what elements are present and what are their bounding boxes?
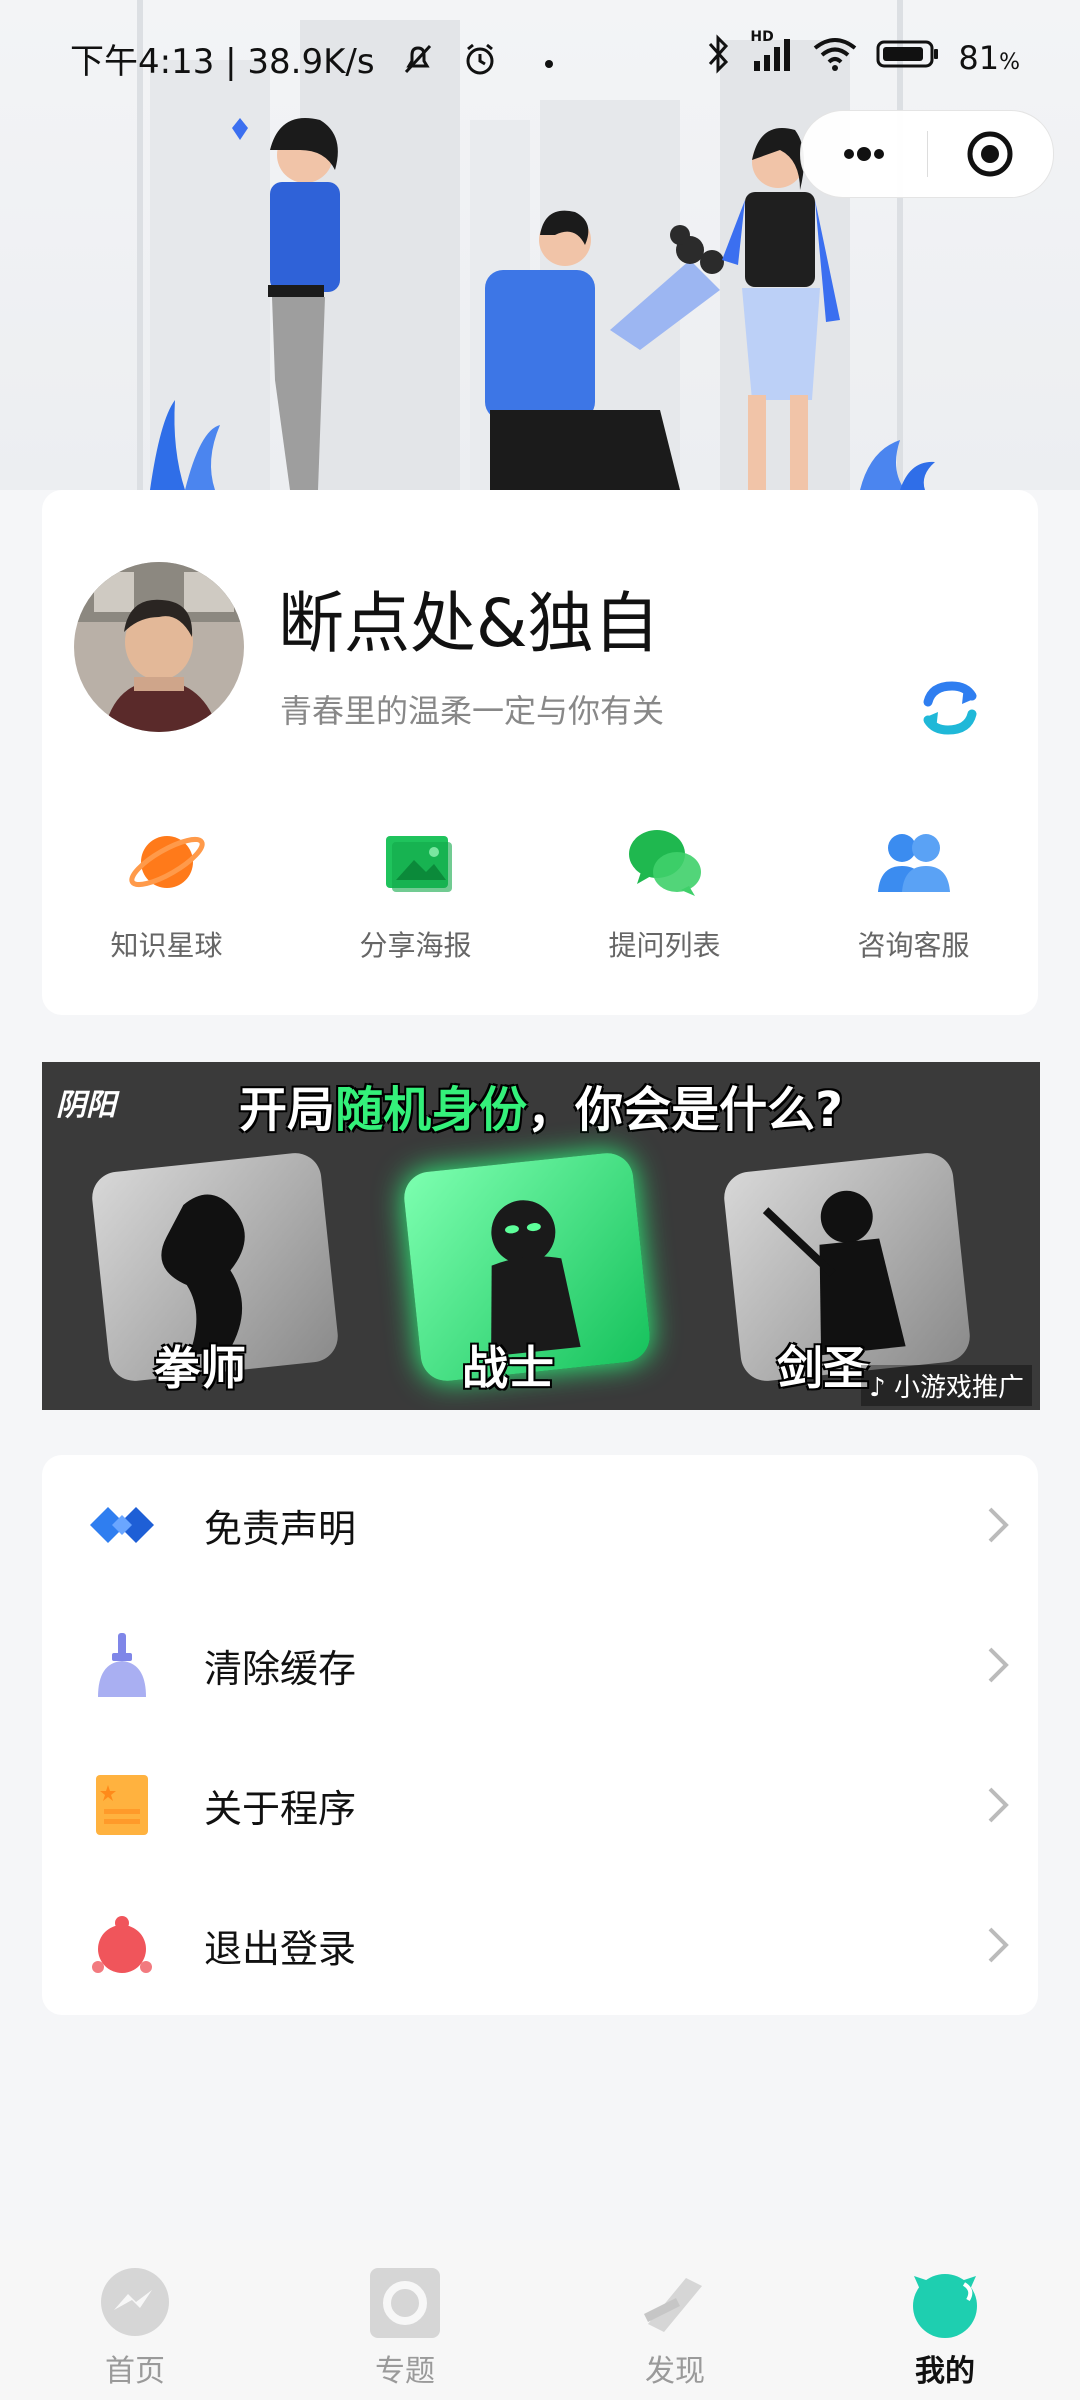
status-right: HD 81% bbox=[706, 29, 1020, 82]
broom-icon bbox=[98, 1633, 146, 1697]
status-time: 下午4:13 | 38.9K/s bbox=[70, 42, 375, 82]
miniprogram-capsule bbox=[800, 110, 1054, 198]
chevron-right-icon bbox=[988, 1787, 1009, 1823]
chevron-right-icon bbox=[988, 1647, 1009, 1683]
bottom-tab-bar: 首页 专题 发现 我的 bbox=[0, 2240, 1080, 2400]
wifi-icon bbox=[812, 36, 858, 80]
profile-icon bbox=[913, 2274, 977, 2338]
quick-action-question-list[interactable]: 提问列表 bbox=[540, 820, 789, 980]
settings-menu: 免责声明 清除缓存 关于程序 退出登录 bbox=[42, 1455, 1038, 2015]
quick-action-customer-service[interactable]: 咨询客服 bbox=[789, 820, 1038, 980]
quick-action-share-poster[interactable]: 分享海报 bbox=[291, 820, 540, 980]
tab-discover[interactable]: 发现 bbox=[540, 2240, 810, 2400]
tab-topics[interactable]: 专题 bbox=[270, 2240, 540, 2400]
status-bar: 下午4:13 | 38.9K/s HD 81% bbox=[0, 0, 1080, 120]
discover-icon bbox=[644, 2278, 702, 2332]
character-label-warrior: 战士 bbox=[462, 1341, 554, 1395]
character-label-boxer: 拳师 bbox=[154, 1341, 246, 1395]
target-close-icon bbox=[967, 131, 1013, 177]
chat-bubbles-icon bbox=[628, 830, 701, 896]
notification-dot bbox=[545, 59, 554, 68]
close-miniprogram-button[interactable] bbox=[928, 111, 1054, 197]
chevron-right-icon bbox=[988, 1507, 1009, 1543]
status-left: 下午4:13 | 38.9K/s bbox=[70, 34, 554, 86]
menu-item-disclaimer[interactable]: 免责声明 bbox=[42, 1455, 1038, 1595]
menu-item-logout[interactable]: 退出登录 bbox=[42, 1875, 1038, 2015]
menu-item-clear-cache[interactable]: 清除缓存 bbox=[42, 1595, 1038, 1735]
quick-action-knowledge-planet[interactable]: 知识星球 bbox=[42, 820, 291, 980]
topic-icon bbox=[370, 2268, 440, 2338]
logout-icon bbox=[92, 1916, 152, 1973]
alarm-icon bbox=[462, 41, 498, 86]
poster-icon bbox=[385, 836, 452, 892]
username: 断点处&独自 bbox=[278, 585, 660, 662]
planet-icon bbox=[128, 836, 205, 888]
bluetooth-icon bbox=[706, 34, 732, 82]
refresh-button[interactable] bbox=[914, 672, 986, 744]
messenger-icon bbox=[101, 2268, 169, 2336]
banner-title: 开局随机身份，你会是什么? bbox=[239, 1082, 843, 1138]
network-badge: HD bbox=[750, 29, 774, 45]
promo-tag: ♪ 小游戏推广 bbox=[861, 1365, 1032, 1406]
profile-card: 断点处&独自 青春里的温柔一定与你有关 知识星球 分享海报 提问列表 咨询客服 bbox=[42, 490, 1038, 1015]
tab-home[interactable]: 首页 bbox=[0, 2240, 270, 2400]
document-icon bbox=[96, 1775, 148, 1835]
avatar[interactable] bbox=[74, 562, 244, 732]
handshake-icon bbox=[90, 1507, 154, 1543]
refresh-icon bbox=[923, 681, 977, 735]
signal-icon: HD bbox=[750, 29, 794, 81]
chevron-right-icon bbox=[988, 1927, 1009, 1963]
quick-actions: 知识星球 分享海报 提问列表 咨询客服 bbox=[42, 820, 1038, 980]
battery-level: 81% bbox=[958, 39, 1020, 77]
battery-icon bbox=[876, 38, 940, 78]
tiktok-icon: ♪ bbox=[869, 1373, 886, 1403]
menu-item-about[interactable]: 关于程序 bbox=[42, 1735, 1038, 1875]
tab-mine[interactable]: 我的 bbox=[810, 2240, 1080, 2400]
mute-bell-icon bbox=[401, 42, 435, 85]
game-ad-banner[interactable]: 阴阳 开局随机身份，你会是什么? 拳师 战士 剑圣 ♪ 小游戏推广 bbox=[42, 1062, 1040, 1410]
more-dots-icon bbox=[843, 147, 884, 161]
more-button[interactable] bbox=[801, 111, 927, 197]
character-label-swordmaster: 剑圣 bbox=[777, 1341, 869, 1395]
user-signature: 青春里的温柔一定与你有关 bbox=[280, 692, 665, 730]
customer-service-icon bbox=[877, 834, 950, 892]
